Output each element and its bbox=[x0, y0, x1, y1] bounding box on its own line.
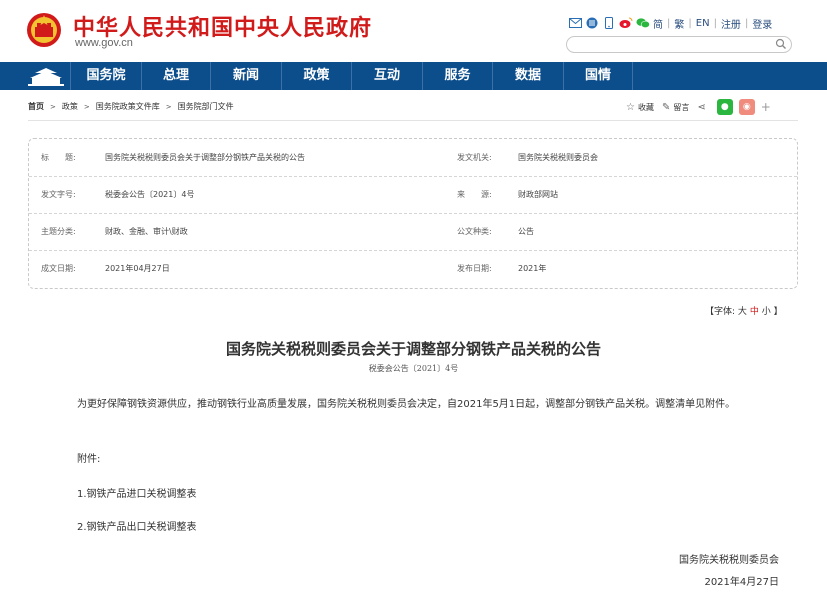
login-link[interactable]: 登录 bbox=[752, 16, 772, 31]
meta-pubdate-value: 2021年 bbox=[518, 264, 547, 273]
nav-item-premier[interactable]: 总理 bbox=[141, 62, 210, 90]
meta-type-value: 公告 bbox=[518, 227, 534, 236]
meta-row: 成文日期: 2021年04月27日 发布日期: 2021年 bbox=[29, 250, 797, 287]
lang-traditional-link[interactable]: 繁 bbox=[674, 16, 684, 31]
search-input[interactable] bbox=[566, 36, 792, 53]
meta-row: 主题分类: 财政、金融、审计\财政 公文种类: 公告 bbox=[29, 213, 797, 251]
meta-source-value: 财政部网站 bbox=[518, 190, 558, 199]
breadcrumb-bar: 首页 > 政策 > 国务院政策文件库 > 国务院部门文件 ☆ 收藏 ✎ 留言 ⋖… bbox=[0, 93, 827, 119]
article-paragraph: 为更好保障钢铁资源供应，推动钢铁行业高质量发展，国务院关税税则委员会决定，自20… bbox=[77, 399, 736, 410]
top-links: 简 | 繁 | EN | 注册 | 登录 bbox=[568, 15, 772, 31]
nav-item-national-profile[interactable]: 国情 bbox=[563, 62, 633, 90]
document-metadata-box: 标 题: 国务院关税税则委员会关于调整部分钢铁产品关税的公告 发文机关: 国务院… bbox=[28, 138, 798, 289]
article-signature: 国务院关税税则委员会 bbox=[679, 555, 779, 566]
article-date: 2021年4月27日 bbox=[704, 577, 779, 588]
attachment-label: 附件: bbox=[77, 454, 101, 465]
meta-row: 标 题: 国务院关税税则委员会关于调整部分钢铁产品关税的公告 发文机关: 国务院… bbox=[29, 139, 797, 177]
more-share-icon[interactable]: + bbox=[761, 100, 774, 114]
main-nav: 国务院 总理 新闻 政策 互动 服务 数据 国情 bbox=[0, 62, 827, 90]
meta-topic-value: 财政、金融、审计\财政 bbox=[105, 227, 188, 236]
meta-row: 发文字号: 税委会公告〔2021〕4号 来 源: 财政部网站 bbox=[29, 176, 797, 214]
register-link[interactable]: 注册 bbox=[721, 16, 741, 31]
pencil-icon: ✎ bbox=[661, 101, 671, 113]
meta-issuer-label: 发文机关: bbox=[457, 153, 492, 162]
meta-pubdate-label: 发布日期: bbox=[457, 264, 492, 273]
article-title: 国务院关税税则委员会关于调整部分钢铁产品关税的公告 bbox=[225, 340, 601, 358]
chevron-right-icon: > bbox=[165, 102, 172, 111]
breadcrumb-home-link[interactable]: 首页 bbox=[28, 101, 44, 112]
meta-docno-label: 发文字号: bbox=[41, 190, 76, 199]
share-weibo-icon[interactable]: ◉ bbox=[738, 99, 755, 115]
font-size-medium-button[interactable]: 中 bbox=[750, 307, 759, 317]
site-url: www.gov.cn bbox=[75, 37, 133, 49]
breadcrumb-policy-link[interactable]: 政策 bbox=[62, 101, 78, 112]
meta-type-label: 公文种类: bbox=[457, 227, 492, 236]
meta-title-label: 标 题: bbox=[41, 153, 76, 162]
nav-item-news[interactable]: 新闻 bbox=[210, 62, 281, 90]
site-header: 中华人民共和国中央人民政府 www.gov.cn 简 | 繁 | EN | 注册… bbox=[0, 0, 827, 62]
meta-title-value: 国务院关税税则委员会关于调整部分钢铁产品关税的公告 bbox=[105, 153, 305, 162]
favorite-label: 收藏 bbox=[637, 102, 654, 112]
share-icon[interactable]: ⋖ bbox=[697, 102, 708, 113]
star-icon: ☆ bbox=[626, 101, 635, 113]
lang-simplified-link[interactable]: 简 bbox=[653, 16, 663, 31]
font-size-switcher: 【字体: 大 中 小 】 bbox=[705, 304, 783, 317]
tiananmen-logo-icon[interactable] bbox=[26, 65, 66, 87]
attachment-link-1[interactable]: 1.钢铁产品进口关税调整表 bbox=[77, 485, 197, 500]
breadcrumb-department-docs-link[interactable]: 国务院部门文件 bbox=[178, 101, 234, 112]
article-tools: ☆ 收藏 ✎ 留言 ⋖ ● ◉ + bbox=[626, 99, 782, 115]
article-body: 为更好保障钢铁资源供应，推动钢铁行业高质量发展，国务院关税税则委员会决定，自20… bbox=[57, 395, 784, 415]
font-size-suffix: 】 bbox=[773, 307, 783, 317]
wechat-icon[interactable] bbox=[636, 16, 650, 30]
font-size-small-button[interactable]: 小 bbox=[762, 307, 771, 317]
meta-date-value: 2021年04月27日 bbox=[105, 264, 170, 273]
national-emblem-icon[interactable] bbox=[26, 10, 62, 50]
nav-item-services[interactable]: 服务 bbox=[422, 62, 492, 90]
meta-issuer-value: 国务院关税税则委员会 bbox=[518, 153, 598, 162]
favorite-button[interactable]: ☆ 收藏 bbox=[626, 102, 654, 113]
search-icon[interactable] bbox=[775, 38, 787, 50]
meta-date-label: 成文日期: bbox=[41, 264, 76, 273]
breadcrumb: 首页 > 政策 > 国务院政策文件库 > 国务院部门文件 bbox=[28, 101, 234, 112]
comment-label: 留言 bbox=[673, 102, 690, 112]
rss-icon[interactable] bbox=[585, 16, 599, 30]
chevron-right-icon: > bbox=[50, 102, 56, 111]
weibo-icon[interactable] bbox=[619, 16, 633, 30]
meta-docno-value: 税委会公告〔2021〕4号 bbox=[105, 190, 195, 199]
breadcrumb-policy-library-link[interactable]: 国务院政策文件库 bbox=[96, 101, 160, 112]
share-wechat-icon[interactable]: ● bbox=[716, 99, 733, 115]
chevron-right-icon: > bbox=[83, 102, 90, 111]
nav-item-policy[interactable]: 政策 bbox=[281, 62, 351, 90]
comment-button[interactable]: ✎ 留言 bbox=[662, 102, 689, 113]
nav-item-state-council[interactable]: 国务院 bbox=[70, 62, 141, 90]
lang-english-link[interactable]: EN bbox=[696, 18, 710, 29]
mobile-icon[interactable] bbox=[602, 16, 616, 30]
nav-item-data[interactable]: 数据 bbox=[492, 62, 563, 90]
divider bbox=[28, 120, 798, 121]
nav-item-interaction[interactable]: 互动 bbox=[351, 62, 422, 90]
attachment-link-2[interactable]: 2.钢铁产品出口关税调整表 bbox=[77, 518, 197, 533]
mail-icon[interactable] bbox=[568, 16, 582, 30]
font-size-large-button[interactable]: 大 bbox=[738, 307, 747, 317]
meta-source-label: 来 源: bbox=[457, 190, 492, 199]
meta-topic-label: 主题分类: bbox=[41, 227, 76, 236]
article-doc-number: 税委会公告〔2021〕4号 bbox=[368, 364, 459, 373]
font-size-prefix: 【字体: bbox=[705, 307, 736, 317]
